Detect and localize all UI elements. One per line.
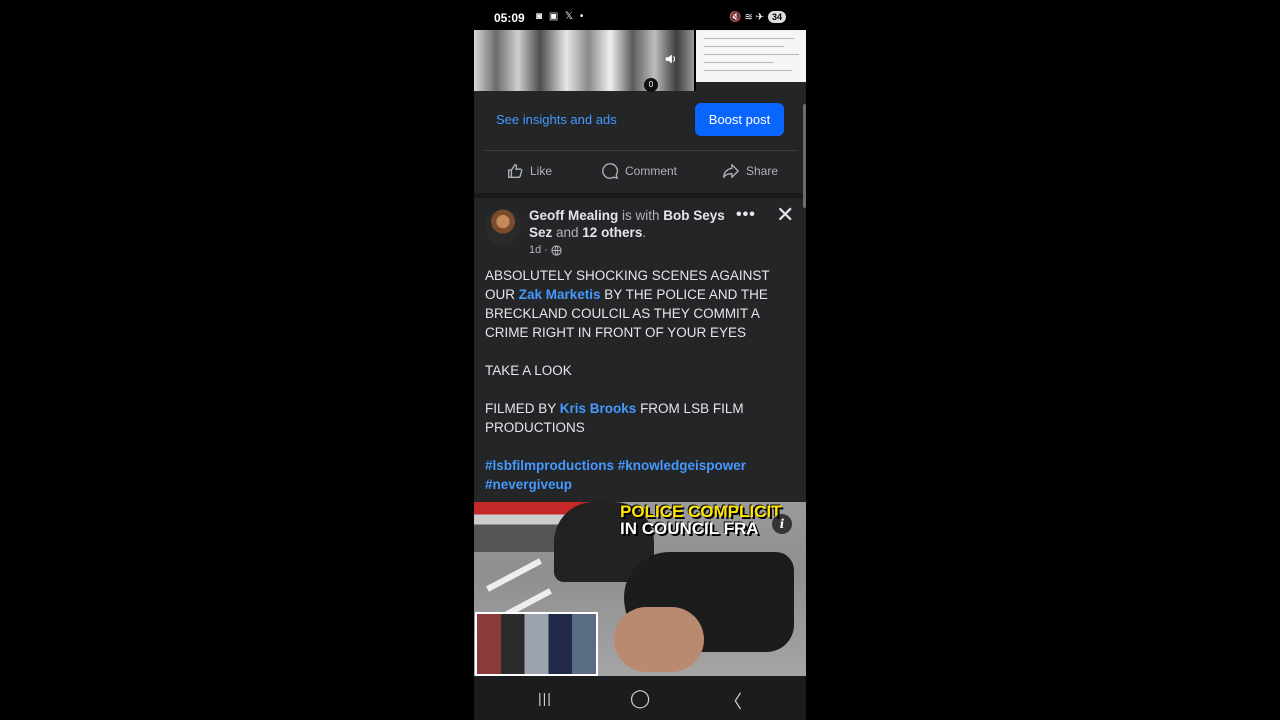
mention-kris-brooks[interactable]: Kris Brooks	[560, 401, 637, 416]
status-bar: 05:09 ◙ ▣ 𝕏 • 🔇 ≋ ✈ 34	[474, 0, 806, 30]
scrollbar[interactable]	[803, 104, 806, 208]
hashtag-1[interactable]: #lsbfilmproductions	[485, 458, 614, 473]
avatar[interactable]	[485, 209, 521, 245]
comment-button[interactable]: Comment	[601, 158, 677, 184]
home-icon[interactable]: ◯	[630, 688, 650, 709]
hashtag-3[interactable]: #nevergiveup	[485, 477, 572, 492]
recents-icon[interactable]: |||	[538, 690, 552, 706]
post-separator	[474, 193, 806, 198]
post-time[interactable]: 1d	[529, 244, 541, 256]
post-meta: 1d ·	[529, 244, 562, 256]
system-status-icons: 🔇 ≋ ✈	[729, 11, 764, 23]
like-label: Like	[530, 164, 553, 178]
document-thumbnail[interactable]	[696, 30, 806, 82]
post-paragraph-1: ABSOLUTELY SHOCKING SCENES AGAINST OUR Z…	[485, 266, 797, 342]
share-label: Share	[746, 164, 779, 178]
reaction-counter: 0	[644, 78, 658, 92]
comment-label: Comment	[625, 164, 678, 178]
p3-text-a: FILMED BY	[485, 401, 560, 416]
insights-link[interactable]: See insights and ads	[496, 112, 617, 127]
mention-zak-marketis[interactable]: Zak Marketis	[519, 287, 601, 302]
close-icon[interactable]: ✕	[776, 204, 794, 226]
video-inset-thumbnail[interactable]	[475, 612, 598, 676]
post-paragraph-3: FILMED BY Kris Brooks FROM LSB FILM PROD…	[485, 399, 797, 437]
battery-icon: 34	[767, 11, 786, 23]
info-icon[interactable]: i	[772, 514, 792, 534]
video-thumbnail[interactable]	[474, 30, 694, 91]
road-stripe	[486, 558, 542, 592]
share-button[interactable]: Share	[722, 158, 778, 184]
notification-icons: ◙ ▣ 𝕏 •	[536, 11, 586, 22]
video-figure	[614, 607, 704, 672]
globe-icon	[551, 244, 562, 256]
phone-screen: 05:09 ◙ ▣ 𝕏 • 🔇 ≋ ✈ 34 0 See insights an…	[474, 0, 806, 720]
divider	[485, 150, 797, 151]
post-author-line: Geoff Mealing is with Bob Seys Sez and 1…	[529, 207, 729, 241]
like-button[interactable]: Like	[506, 158, 552, 184]
speaker-icon[interactable]	[664, 52, 678, 68]
share-icon	[723, 164, 739, 178]
post-paragraph-2: TAKE A LOOK	[485, 363, 572, 378]
comment-icon	[602, 163, 619, 180]
action-bar: Like Comment Share	[474, 158, 806, 184]
meta-dot: ·	[544, 244, 548, 256]
thumbs-up-icon	[508, 164, 523, 178]
author-name[interactable]: Geoff Mealing	[529, 208, 618, 223]
hashtag-2[interactable]: #knowledgeispower	[618, 458, 746, 473]
others-link[interactable]: 12 others	[582, 225, 642, 240]
status-time: 05:09	[494, 11, 525, 25]
system-icons: 🔇 ≋ ✈ 34	[729, 11, 786, 23]
period-text: .	[642, 225, 647, 240]
hashtags: #lsbfilmproductions #knowledgeispower #n…	[485, 456, 797, 494]
boost-post-button[interactable]: Boost post	[695, 103, 784, 136]
more-options-icon[interactable]: •••	[736, 206, 756, 224]
post-body: ABSOLUTELY SHOCKING SCENES AGAINST OUR Z…	[485, 266, 797, 513]
back-icon[interactable]: 〈	[724, 688, 742, 714]
is-with-text: is with	[618, 208, 664, 223]
navigation-bar: ||| ◯ 〈	[474, 676, 806, 720]
and-text: and	[552, 225, 583, 240]
